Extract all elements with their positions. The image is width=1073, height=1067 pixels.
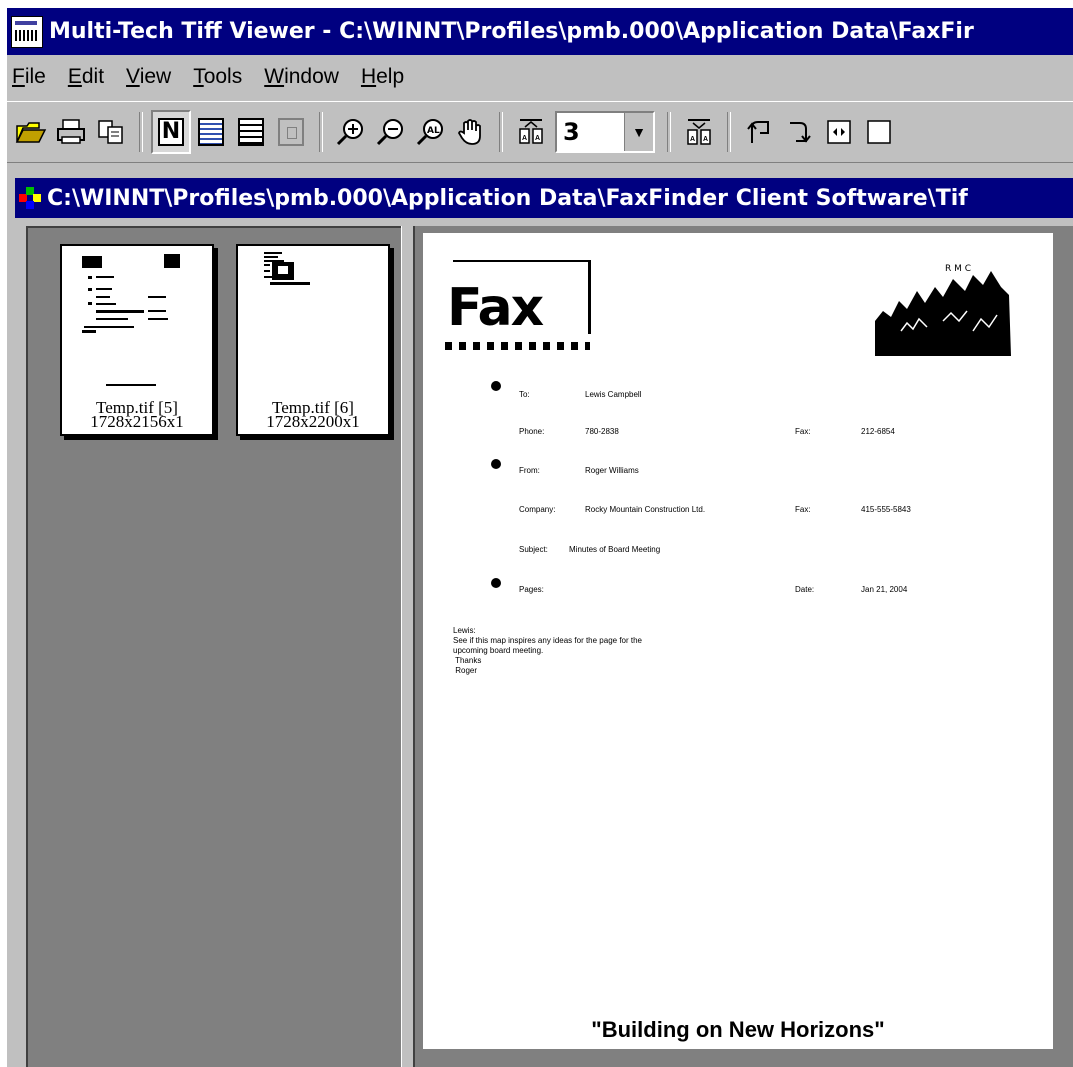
svg-text:R M C: R M C (945, 264, 971, 274)
app-icon[interactable] (11, 15, 43, 48)
phone-label: Phone: (519, 427, 545, 436)
fit-page-icon (238, 118, 264, 146)
to-value: Lewis Campbell (585, 390, 642, 399)
svg-text:A: A (522, 135, 527, 142)
page-number-value: 3 (563, 118, 580, 146)
svg-text:A: A (535, 135, 540, 142)
fax-logo-dashes (445, 342, 590, 350)
normal-view-icon: N (158, 118, 184, 146)
menu-view[interactable]: View (115, 65, 182, 89)
document-title-bar[interactable]: C:\WINNT\Profiles\pmb.000\Application Da… (15, 178, 1073, 218)
thumbnail-view-icon (198, 118, 224, 146)
next-page-icon[interactable]: AA (679, 110, 719, 154)
svg-text:AL: AL (427, 126, 440, 136)
toolbar-more-icon[interactable] (859, 110, 899, 154)
page-view-pane[interactable]: Fax R M C To: Lewis Campbell Phone: 780-… (415, 226, 1073, 1067)
zoom-all-icon[interactable]: AL (411, 110, 451, 154)
thumbnail-view-button[interactable] (191, 110, 231, 154)
subject-label: Subject: (519, 545, 548, 554)
company-value: Rocky Mountain Construction Ltd. (585, 505, 706, 514)
pane-splitter[interactable] (401, 226, 415, 1067)
normal-view-button[interactable]: N (151, 110, 191, 154)
fax-value: 212-6854 (861, 427, 895, 436)
bullet-icon (491, 459, 501, 469)
page-number-select[interactable]: 3 ▼ (555, 111, 655, 153)
toolbar-separator (139, 112, 143, 152)
thumbnail-size: 1728x2156x1 (90, 412, 184, 431)
thumbnail-preview (82, 254, 180, 386)
toolbar-separator (667, 112, 671, 152)
menu-help[interactable]: Help (350, 65, 415, 89)
bullet-icon (491, 381, 501, 391)
subject-value: Minutes of Board Meeting (569, 545, 661, 554)
previous-page-icon[interactable]: AA (511, 110, 551, 154)
fit-width-button[interactable] (271, 110, 311, 154)
fit-page-button[interactable] (231, 110, 271, 154)
thumbnail-page-6[interactable]: Temp.tif [6] 1728x2200x1 (236, 244, 390, 436)
toolbar-separator (319, 112, 323, 152)
flip-icon[interactable] (819, 110, 859, 154)
thumbnail-size: 1728x2200x1 (266, 412, 360, 431)
menu-bar: File Edit View Tools Window Help (7, 57, 1073, 97)
tiff-viewer-window: Multi-Tech Tiff Viewer - C:\WINNT\Profil… (7, 8, 1073, 1067)
phone-value: 780-2838 (585, 427, 619, 436)
thumbnail-preview (264, 252, 310, 285)
fax-label: Fax: (795, 427, 811, 436)
document-window: C:\WINNT\Profiles\pmb.000\Application Da… (7, 170, 1073, 1067)
window-title: Multi-Tech Tiff Viewer - C:\WINNT\Profil… (49, 19, 974, 44)
company-fax-label: Fax: (795, 505, 811, 514)
thumbnail-pane[interactable]: Temp.tif [5] 1728x2156x1 Temp.tif [6] 17… (26, 226, 401, 1067)
toolbar-separator (727, 112, 731, 152)
thumbnail-page-5[interactable]: Temp.tif [5] 1728x2156x1 (60, 244, 214, 436)
toolbar-separator (499, 112, 503, 152)
hand-pan-icon[interactable] (451, 110, 491, 154)
document-title: C:\WINNT\Profiles\pmb.000\Application Da… (47, 185, 968, 211)
open-folder-icon[interactable] (11, 110, 51, 154)
from-label: From: (519, 466, 540, 475)
fax-page: Fax R M C To: Lewis Campbell Phone: 780-… (423, 233, 1053, 1049)
menu-window[interactable]: Window (253, 65, 350, 89)
menu-tools[interactable]: Tools (182, 65, 253, 89)
menu-file[interactable]: File (7, 65, 57, 89)
svg-text:A: A (690, 136, 695, 143)
svg-text:A: A (703, 136, 708, 143)
fax-logo-text: Fax (447, 278, 544, 338)
company-label: Company: (519, 505, 556, 514)
mountain-logo: R M C (875, 264, 1011, 356)
pages-label: Pages: (519, 585, 544, 594)
chevron-down-icon[interactable]: ▼ (624, 113, 653, 151)
fax-slogan: "Building on New Horizons" (591, 1017, 885, 1042)
rotate-left-icon[interactable] (739, 110, 779, 154)
company-fax-value: 415-555-5843 (861, 505, 911, 514)
zoom-out-icon[interactable] (371, 110, 411, 154)
menu-edit[interactable]: Edit (57, 65, 115, 89)
from-value: Roger Williams (585, 466, 639, 475)
date-label: Date: (795, 585, 815, 594)
to-label: To: (519, 390, 530, 399)
rotate-right-icon[interactable] (779, 110, 819, 154)
document-icon (19, 187, 41, 209)
fit-width-icon (278, 118, 304, 146)
bullet-icon (491, 578, 501, 588)
copy-icon[interactable] (91, 110, 131, 154)
print-icon[interactable] (51, 110, 91, 154)
zoom-in-icon[interactable] (331, 110, 371, 154)
fax-message: Lewis: See if this map inspires any idea… (453, 626, 642, 675)
fax-logo: Fax (445, 260, 591, 355)
toolbar: N AL AA 3 ▼ AA (7, 101, 1073, 163)
date-value: Jan 21, 2004 (861, 585, 908, 594)
title-bar[interactable]: Multi-Tech Tiff Viewer - C:\WINNT\Profil… (7, 8, 1073, 55)
